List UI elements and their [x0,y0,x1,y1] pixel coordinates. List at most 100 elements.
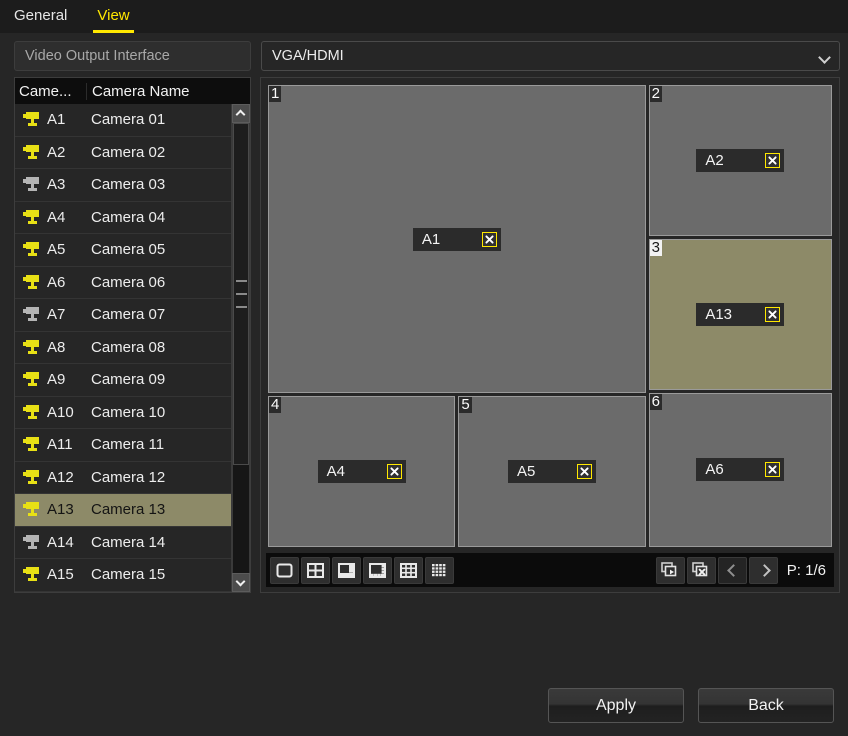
grip-line [235,293,247,295]
preview-panel: 1 A1 4 A4 5 A5 2 A2 3 A13 6 A6 P: 1/6 [260,77,840,593]
preview-cell-5[interactable]: 5 A5 [458,396,646,547]
back-button[interactable]: Back [698,688,834,723]
camera-row-name: Camera 09 [91,371,166,389]
camera-row-name: Camera 15 [91,566,166,584]
preview-cell-camera-tag[interactable]: A13 [696,303,785,326]
camera-row-number: A12 [47,468,74,486]
camera-icon [23,567,42,582]
preview-cell-6[interactable]: 6 A6 [648,393,832,547]
preview-cell-number: 5 [459,396,472,414]
preview-cell-1[interactable]: 1 A1 [268,85,646,394]
camera-icon [23,177,42,192]
preview-cell-number: 3 [649,239,663,256]
camera-row-a7[interactable]: A7 Camera 07 [15,299,231,332]
camera-row-a9[interactable]: A9 Camera 09 [15,364,231,397]
previous-page-button[interactable] [717,556,747,584]
preview-cell-camera-label: A5 [517,463,536,480]
scroll-down-button[interactable] [232,573,250,592]
close-icon[interactable] [386,464,402,479]
layout-bottom-row: 4 A4 5 A5 [268,396,646,547]
camera-row-a11[interactable]: A11 Camera 11 [15,429,231,462]
camera-list-rows: A1 Camera 01 A2 Camera 02 A3 Camera 03 A4 Camer… [15,104,231,592]
close-icon[interactable] [577,464,593,479]
preview-cell-camera-tag[interactable]: A4 [317,460,406,483]
next-page-button[interactable] [748,556,778,584]
preview-cell-camera-tag[interactable]: A6 [696,458,785,482]
preview-cell-2[interactable]: 2 A2 [648,85,832,236]
layout-3x3-button[interactable] [394,556,423,584]
layout-4x4-button[interactable] [425,556,454,584]
layout-right-column: 2 A2 3 A13 6 A6 [648,85,832,547]
camera-icon [23,144,42,160]
camera-icon [23,437,42,452]
camera-row-name: Camera 06 [91,273,166,291]
camera-row-name: Camera 03 [91,176,166,194]
tab-view[interactable]: View [93,7,134,33]
camera-row-a3[interactable]: A3 Camera 03 [15,169,231,202]
scrollbar-thumb[interactable] [233,123,249,465]
column-header-camera-no: Came... [15,82,87,100]
preview-cell-camera-tag[interactable]: A1 [412,227,501,251]
camera-row-a14[interactable]: A14 Camera 14 [15,527,231,559]
start-all-live-view-button[interactable] [655,556,685,584]
camera-row-a10[interactable]: A10 Camera 10 [15,397,231,429]
layout-1p7-button[interactable] [363,556,392,584]
grip-line [235,306,247,308]
camera-row-a2[interactable]: A2 Camera 02 [15,137,231,169]
camera-row-a1[interactable]: A1 Camera 01 [15,104,231,137]
chevron-left-icon [728,566,737,575]
layout-1x1-button[interactable] [270,556,299,584]
camera-icon [23,339,42,355]
camera-row-number: A15 [47,566,74,584]
layout-2x2-button[interactable] [301,556,330,584]
preview-cell-camera-label: A2 [705,152,724,169]
main-content: Came... Camera Name A1 Camera 01 A2 Camera … [0,71,848,593]
camera-icon [23,502,42,517]
preview-cell-number: 4 [269,396,282,414]
camera-list-scrollbar[interactable] [231,104,250,592]
camera-row-a13[interactable]: A13 Camera 13 [15,494,231,527]
camera-row-number: A1 [47,111,66,129]
camera-row-name: Camera 10 [91,403,166,421]
video-output-row: Video Output Interface VGA/HDMI [0,33,848,71]
camera-row-name: Camera 01 [91,111,166,129]
camera-row-name: Camera 07 [91,306,166,324]
layout-1p5-button[interactable] [332,556,361,584]
chevron-right-icon [759,566,768,575]
tab-general[interactable]: General [10,7,71,33]
preview-cell-camera-tag[interactable]: A5 [508,460,597,483]
camera-row-name: Camera 05 [91,241,166,259]
scrollbar-track[interactable] [232,123,250,573]
preview-cell-camera-tag[interactable]: A2 [696,149,785,172]
camera-row-number: A3 [47,176,66,194]
layout-one-plus-five-icon [338,562,355,578]
close-icon[interactable] [481,231,497,247]
preview-cell-camera-label: A4 [326,463,346,480]
close-icon[interactable] [765,462,781,478]
camera-row-number: A7 [47,306,66,324]
layout-one-plus-seven-icon [369,562,386,578]
preview-cell-3[interactable]: 3 A13 [648,239,832,390]
grip-line [235,280,247,282]
camera-row-a12[interactable]: A12 Camera 12 [15,462,231,494]
camera-row-number: A10 [47,403,74,421]
camera-row-a5[interactable]: A5 Camera 05 [15,234,231,267]
video-output-interface-select[interactable]: VGA/HDMI [261,41,840,71]
camera-row-a6[interactable]: A6 Camera 06 [15,267,231,299]
camera-row-number: A4 [47,208,66,226]
camera-row-number: A8 [47,338,66,356]
tab-bar: General View [0,0,848,33]
camera-row-a8[interactable]: A8 Camera 08 [15,332,231,364]
close-icon[interactable] [765,153,781,168]
clear-all-live-view-button[interactable] [686,556,716,584]
camera-row-number: A5 [47,241,66,259]
camera-row-a15[interactable]: A15 Camera 15 [15,559,231,592]
scroll-up-button[interactable] [232,104,250,123]
preview-cell-4[interactable]: 4 A4 [268,396,456,547]
preview-cell-number: 6 [649,393,663,410]
camera-icon [23,534,42,550]
camera-row-name: Camera 12 [91,468,166,486]
camera-row-a4[interactable]: A4 Camera 04 [15,202,231,234]
apply-button[interactable]: Apply [548,688,684,723]
close-icon[interactable] [765,307,781,322]
